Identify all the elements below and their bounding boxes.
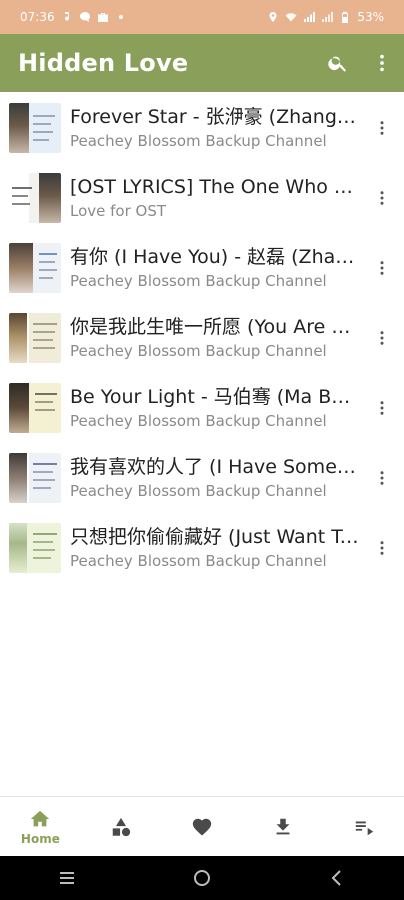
signal-icon — [321, 11, 334, 23]
song-thumbnail — [9, 383, 61, 433]
status-battery: 53% — [357, 10, 384, 24]
song-title: 我有喜欢的人了 (I Have Someone I Like) — [70, 456, 360, 478]
song-channel: Peachey Blossom Backup Channel — [70, 132, 327, 150]
status-bar: 07:36 53% — [0, 0, 404, 34]
song-thumbnail — [9, 453, 61, 503]
battery-icon — [339, 11, 351, 23]
bottom-nav: Home — [0, 796, 404, 856]
app-title: Hidden Love — [18, 49, 189, 77]
song-more-button[interactable] — [368, 394, 396, 422]
location-icon — [267, 11, 279, 23]
song-title: Forever Star - 张洢豪 (Zhang Yihao) — [70, 106, 360, 128]
music-note-icon — [61, 11, 73, 23]
more-vert-icon — [380, 541, 384, 555]
song-title: Be Your Light - 马伯骞 (Ma Boqian) — [70, 386, 360, 408]
song-channel: Peachey Blossom Backup Channel — [70, 412, 327, 430]
back-icon — [331, 870, 341, 886]
playlist-icon — [355, 821, 373, 835]
more-vert-icon — [380, 54, 384, 72]
recent-apps-icon — [60, 872, 75, 884]
status-time: 07:36 — [20, 10, 55, 24]
recent-apps-button[interactable] — [47, 858, 87, 898]
song-item[interactable]: [OST LYRICS] The One Who Loves You Love … — [0, 162, 404, 232]
nav-home[interactable]: Home — [0, 797, 81, 857]
song-thumbnail — [9, 173, 61, 223]
app-bar: Hidden Love — [0, 34, 404, 92]
song-title: [OST LYRICS] The One Who Loves You — [70, 176, 360, 198]
song-channel: Peachey Blossom Backup Channel — [70, 342, 327, 360]
system-nav — [0, 856, 404, 900]
signal-icon — [303, 11, 316, 23]
home-circle-icon — [193, 870, 210, 886]
download-icon — [276, 818, 290, 834]
song-thumbnail — [9, 243, 61, 293]
overflow-menu-button[interactable] — [360, 41, 404, 85]
song-more-button[interactable] — [368, 534, 396, 562]
more-vert-icon — [380, 331, 384, 345]
song-channel: Peachey Blossom Backup Channel — [70, 272, 327, 290]
more-vert-icon — [380, 261, 384, 275]
heart-icon — [192, 818, 212, 836]
song-item[interactable]: 只想把你偷偷藏好 (Just Want To Hide You) Peachey… — [0, 512, 404, 582]
song-thumbnail — [9, 313, 61, 363]
back-button[interactable] — [317, 858, 357, 898]
category-icon — [112, 817, 131, 836]
song-more-button[interactable] — [368, 254, 396, 282]
song-item[interactable]: 你是我此生唯一所愿 (You Are My Only Wish) Peachey… — [0, 302, 404, 372]
nav-playlist[interactable] — [323, 797, 404, 857]
briefcase-icon — [97, 11, 109, 23]
wifi-icon — [285, 11, 297, 23]
more-vert-icon — [380, 191, 384, 205]
status-right: 53% — [267, 10, 384, 24]
song-title: 有你 (I Have You) - 赵磊 (Zhao Lei) — [70, 246, 360, 268]
song-title: 你是我此生唯一所愿 (You Are My Only Wish) — [70, 316, 360, 338]
song-item[interactable]: 我有喜欢的人了 (I Have Someone I Like) Peachey … — [0, 442, 404, 512]
nav-downloads[interactable] — [242, 797, 323, 857]
nav-home-label: Home — [20, 831, 60, 846]
song-more-button[interactable] — [368, 464, 396, 492]
chat-bubble-icon — [79, 11, 91, 23]
search-button[interactable] — [316, 41, 360, 85]
song-thumbnail — [9, 523, 61, 573]
more-vert-icon — [380, 471, 384, 485]
song-more-button[interactable] — [368, 184, 396, 212]
search-icon — [328, 56, 347, 72]
song-channel: Peachey Blossom Backup Channel — [70, 482, 327, 500]
song-item[interactable]: Forever Star - 张洢豪 (Zhang Yihao) Peachey… — [0, 92, 404, 162]
home-system-button[interactable] — [182, 858, 222, 898]
song-more-button[interactable] — [368, 324, 396, 352]
song-thumbnail — [9, 103, 61, 153]
nav-categories[interactable] — [81, 797, 162, 857]
song-more-button[interactable] — [368, 114, 396, 142]
more-vert-icon — [380, 121, 384, 135]
nav-favorites[interactable] — [162, 797, 243, 857]
song-item[interactable]: 有你 (I Have You) - 赵磊 (Zhao Lei) Peachey … — [0, 232, 404, 302]
song-channel: Peachey Blossom Backup Channel — [70, 552, 327, 570]
home-icon — [31, 810, 50, 826]
status-left: 07:36 — [20, 10, 127, 24]
song-channel: Love for OST — [70, 202, 167, 220]
song-item[interactable]: Be Your Light - 马伯骞 (Ma Boqian) Peachey … — [0, 372, 404, 442]
more-vert-icon — [380, 401, 384, 415]
dot-icon — [115, 11, 127, 23]
song-title: 只想把你偷偷藏好 (Just Want To Hide You) — [70, 526, 360, 548]
song-list: Forever Star - 张洢豪 (Zhang Yihao) Peachey… — [0, 92, 404, 582]
